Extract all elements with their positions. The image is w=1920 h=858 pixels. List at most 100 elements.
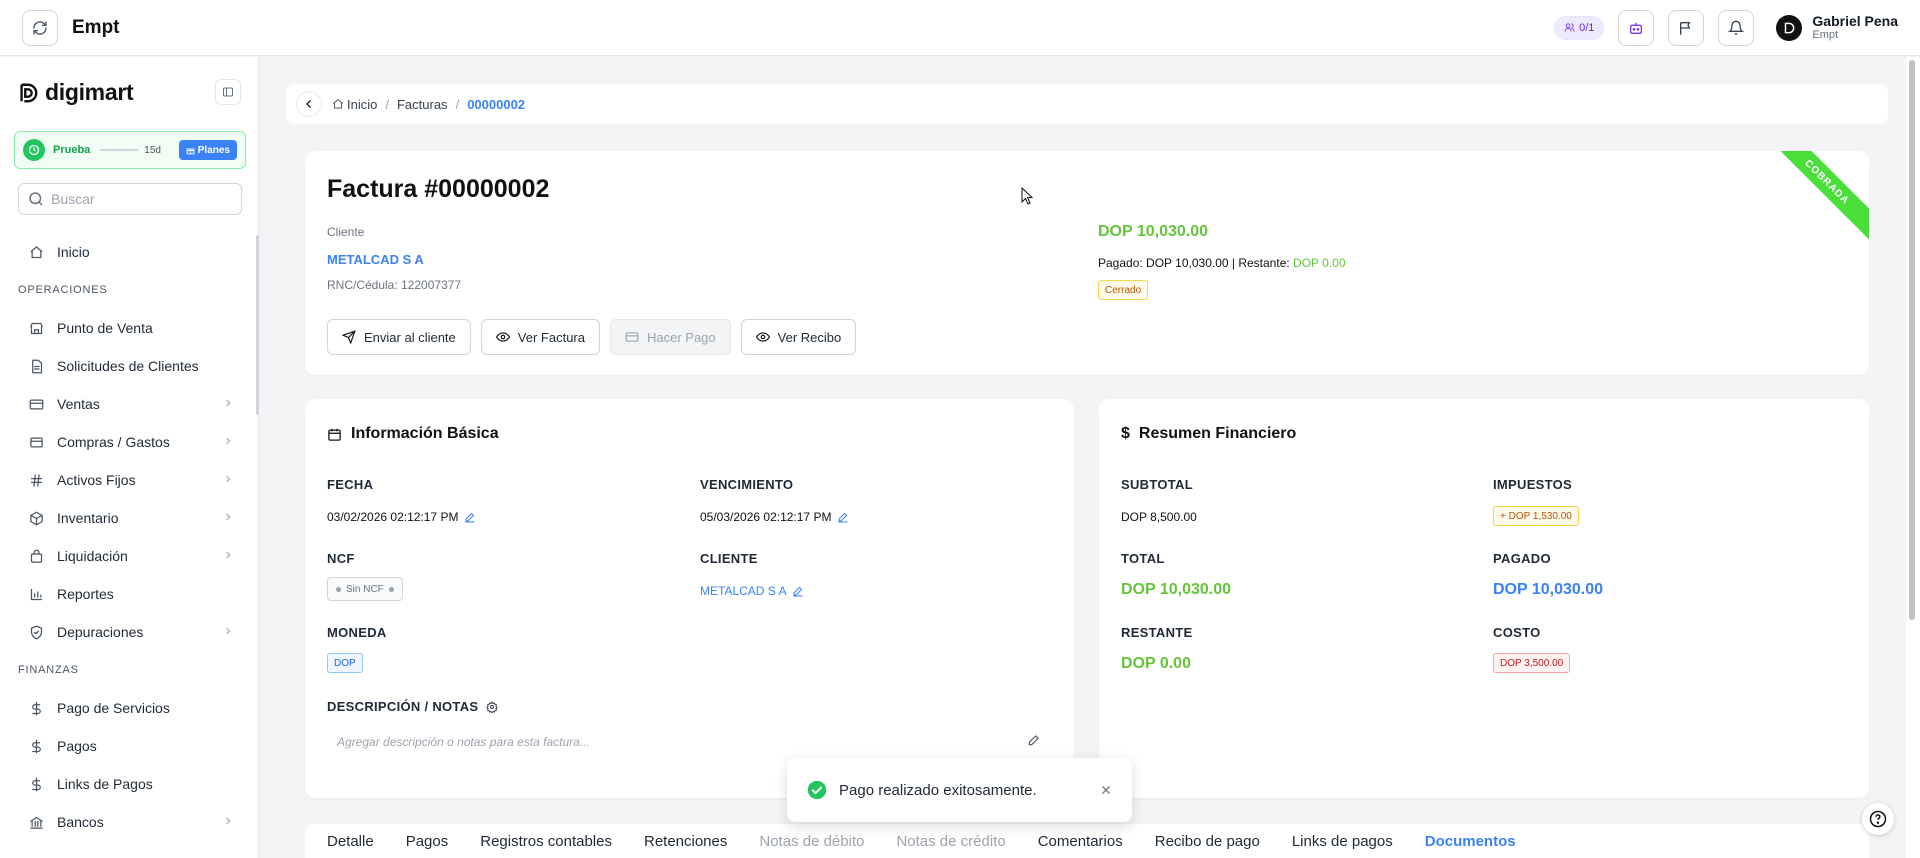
- sidebar-item-inventario[interactable]: Inventario: [0, 499, 259, 537]
- tab-retenciones[interactable]: Retenciones: [628, 824, 743, 858]
- user-name: Gabriel Pena: [1812, 13, 1898, 29]
- users-icon: [1564, 23, 1575, 32]
- sidebar-item-label: Pagos: [57, 738, 97, 754]
- collapse-sidebar-button[interactable]: [215, 79, 241, 105]
- top-bar: Empt 0/1 Gabriel Pena Empt: [0, 0, 1920, 56]
- tab-detalle[interactable]: Detalle: [311, 824, 390, 858]
- invoice-amount: DOP 10,030.00: [1098, 223, 1209, 240]
- sidebar-item-links-de-pagos[interactable]: Links de Pagos: [0, 765, 259, 803]
- report-button[interactable]: [1668, 9, 1705, 46]
- company-title: Empt: [72, 16, 120, 38]
- sidebar-item-pago-de-servicios[interactable]: Pago de Servicios: [0, 689, 259, 727]
- paid-text: Pagado: DOP 10,030.00 | Restante:: [1098, 256, 1290, 270]
- edit-notes-icon[interactable]: [1027, 733, 1041, 747]
- paid-value: DOP 10,030.00: [1493, 581, 1604, 598]
- client-field-value: METALCAD S A: [700, 584, 804, 598]
- status-badge: Cerrado: [1098, 280, 1149, 300]
- client-field-link[interactable]: METALCAD S A: [700, 584, 786, 598]
- ncf-label: NCF: [327, 551, 355, 566]
- financial-heading: Resumen Financiero: [1138, 425, 1297, 442]
- sidebar-item-label: Liquidación: [57, 548, 128, 564]
- chart-icon: [28, 586, 44, 602]
- sidebar-item-compras-gastos[interactable]: Compras / Gastos: [0, 423, 259, 461]
- tab-notas-de-cr-dito[interactable]: Notas de crédito: [880, 824, 1021, 858]
- refresh-button[interactable]: [22, 9, 58, 46]
- sidebar-item-punto-de-venta[interactable]: Punto de Venta: [0, 309, 259, 347]
- plans-button[interactable]: Planes: [178, 140, 237, 160]
- search-icon: [29, 192, 43, 206]
- sidebar-item-ventas[interactable]: Ventas: [0, 385, 259, 423]
- edit-due-icon[interactable]: [837, 511, 849, 523]
- tab-links-de-pagos[interactable]: Links de pagos: [1276, 824, 1409, 858]
- brand-logo-icon: [1785, 22, 1795, 33]
- users-count-pill[interactable]: 0/1: [1554, 15, 1605, 40]
- home-icon: [28, 244, 44, 260]
- sidebar-item-reportes[interactable]: Reportes: [0, 575, 259, 613]
- page-scrollbar[interactable]: [1909, 60, 1915, 620]
- box-icon: [28, 510, 44, 526]
- user-menu[interactable]: Gabriel Pena Empt: [1776, 14, 1898, 41]
- chevron-right-icon: [226, 437, 231, 445]
- view-receipt-button[interactable]: Ver Recibo: [740, 319, 857, 355]
- remaining-label: RESTANTE: [1121, 625, 1193, 640]
- paid-summary: Pagado: DOP 10,030.00 | Restante: DOP 0.…: [1098, 256, 1346, 270]
- assistant-button[interactable]: [1618, 9, 1655, 46]
- sidebar-item-inicio[interactable]: Inicio: [0, 233, 259, 271]
- tab-documentos[interactable]: Documentos: [1409, 824, 1532, 858]
- due-label: VENCIMIENTO: [700, 477, 794, 492]
- brand-logo-icon: [20, 83, 38, 102]
- sidebar-item-activos-fijos[interactable]: Activos Fijos: [0, 461, 259, 499]
- sidebar-item-pagos[interactable]: Pagos: [0, 727, 259, 765]
- edit-client-icon[interactable]: [792, 585, 804, 597]
- trial-progress: [100, 149, 139, 151]
- avatar: [1776, 14, 1803, 41]
- help-button[interactable]: [1862, 803, 1894, 835]
- notes-placeholder[interactable]: Agregar descripción o notas para esta fa…: [337, 735, 590, 749]
- tab-notas-de-d-bito[interactable]: Notas de débito: [743, 824, 880, 858]
- view-receipt-label: Ver Recibo: [777, 329, 842, 345]
- client-link[interactable]: METALCAD S A: [327, 252, 424, 267]
- help-icon: [1869, 810, 1887, 828]
- sidebar-item-depuraciones[interactable]: Depuraciones: [0, 613, 259, 651]
- chevron-right-icon: [226, 513, 231, 521]
- sidebar-scrollbar[interactable]: [256, 235, 259, 415]
- remaining-value: DOP 0.00: [1121, 655, 1191, 672]
- search-placeholder: Buscar: [51, 191, 95, 207]
- tab-registros-contables[interactable]: Registros contables: [464, 824, 628, 858]
- chevron-right-icon: [226, 399, 231, 407]
- view-invoice-button[interactable]: Ver Factura: [480, 319, 600, 355]
- make-payment-button[interactable]: Hacer Pago: [609, 319, 731, 355]
- paid-label: PAGADO: [1493, 551, 1551, 566]
- tab-pagos[interactable]: Pagos: [390, 824, 465, 858]
- sidebar-toggle-icon: [223, 87, 233, 97]
- sidebar-item-label: Pago de Servicios: [57, 700, 170, 716]
- hash-icon: [28, 472, 44, 488]
- sidebar-item-liquidación[interactable]: Liquidación: [0, 537, 259, 575]
- shield-icon: [28, 624, 44, 640]
- invoice-header-card: Factura #00000002 Cliente METALCAD S A R…: [305, 151, 1869, 375]
- tab-comentarios[interactable]: Comentarios: [1022, 824, 1139, 858]
- trial-days: 15d: [144, 144, 161, 156]
- breadcrumb-facturas[interactable]: Facturas: [397, 97, 448, 112]
- send-to-client-button[interactable]: Enviar al cliente: [327, 319, 471, 355]
- edit-date-icon[interactable]: [464, 511, 476, 523]
- trial-banner[interactable]: Prueba 15d Planes: [14, 131, 246, 169]
- settings-icon[interactable]: [486, 700, 499, 713]
- toast-close-button[interactable]: [1100, 784, 1112, 796]
- chevron-right-icon: [226, 627, 231, 635]
- brand[interactable]: digimart: [17, 79, 134, 106]
- sidebar-item-bancos[interactable]: Bancos: [0, 803, 259, 841]
- check-circle-icon: [807, 780, 827, 800]
- sidebar-item-solicitudes-de-clientes[interactable]: Solicitudes de Clientes: [0, 347, 259, 385]
- notifications-button[interactable]: [1718, 9, 1755, 46]
- taxes-chip: + DOP 1,530.00: [1493, 506, 1579, 526]
- breadcrumb-home[interactable]: Inicio: [347, 97, 377, 112]
- due-text: 05/03/2026 02:12:17 PM: [700, 510, 832, 524]
- dollar-icon: $: [1121, 425, 1130, 442]
- back-button[interactable]: [296, 91, 322, 117]
- chevron-right-icon: [226, 475, 231, 483]
- breadcrumb-current: 00000002: [467, 96, 526, 112]
- client-label: Cliente: [327, 225, 365, 239]
- tab-recibo-de-pago[interactable]: Recibo de pago: [1139, 824, 1276, 858]
- search-input[interactable]: Buscar: [18, 183, 242, 215]
